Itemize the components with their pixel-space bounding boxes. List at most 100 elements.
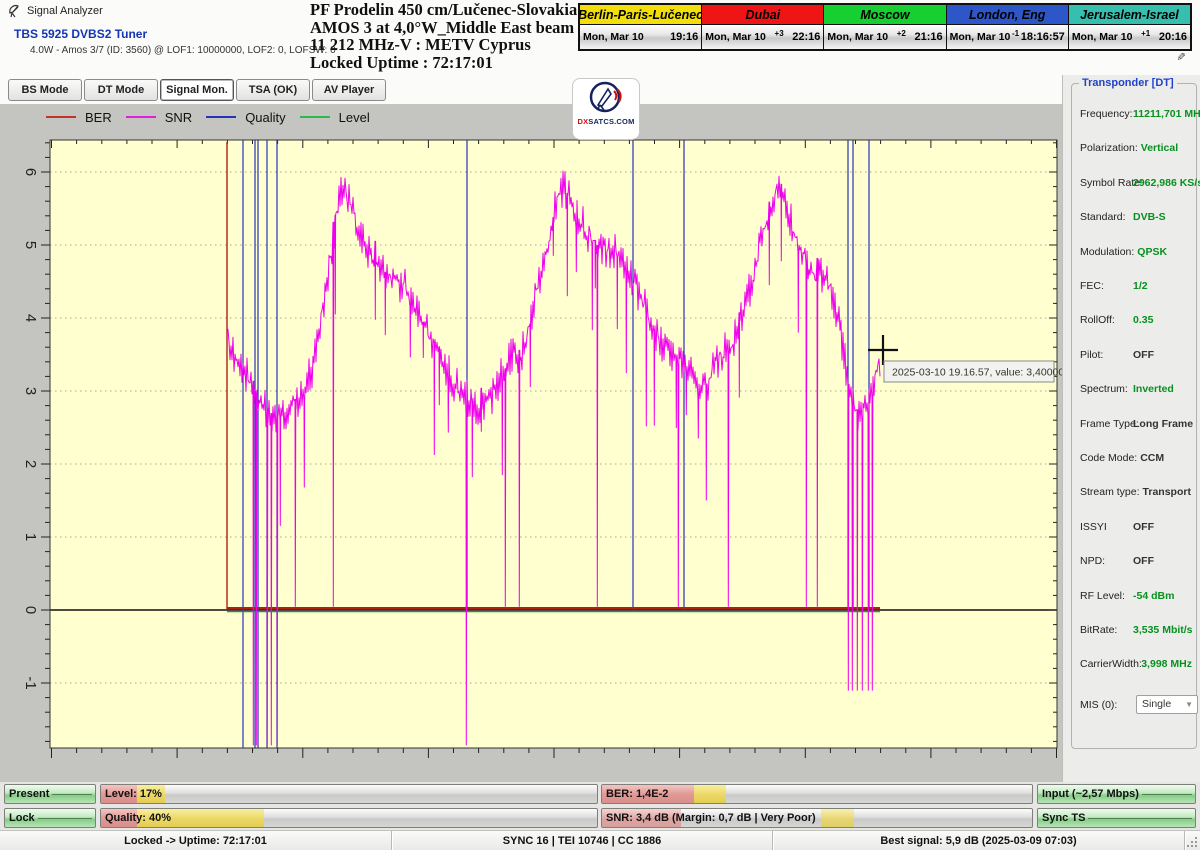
legend-label: Quality bbox=[245, 110, 285, 125]
legend-swatch bbox=[206, 116, 236, 118]
svg-text:3: 3 bbox=[22, 387, 39, 395]
transponder-row-spectrum-: Spectrum:Inverted bbox=[1080, 381, 1192, 397]
meter-label: Lock bbox=[9, 809, 92, 827]
clock-utc-offset: -1 bbox=[1010, 29, 1020, 38]
resize-grip[interactable] bbox=[1195, 845, 1197, 847]
clock-berlin-paris-lu-enec: Berlin-Paris-LučenecMon, Mar 1019:16 bbox=[580, 5, 702, 49]
clock-hhmm: 21:16 bbox=[914, 31, 942, 43]
clock-city: London, Eng bbox=[947, 5, 1068, 25]
meter-text: BER: 1,4E-2 bbox=[606, 788, 668, 800]
legend-label: BER bbox=[85, 110, 112, 125]
statusbar-segment: Best signal: 5,9 dB (2025-03-09 07:03) bbox=[773, 831, 1185, 850]
transponder-row-carrierwidth-: CarrierWidth:3,998 MHz bbox=[1080, 656, 1192, 672]
chart-area: BERSNRQualityLevel DXSATCS.COM 6543210-1… bbox=[0, 104, 1062, 782]
annotation-block: PF Prodelin 450 cm/Lučenec-Slovakia AMOS… bbox=[310, 1, 577, 71]
param-value: OFF bbox=[1133, 555, 1154, 567]
transponder-row-npd-: NPD:OFF bbox=[1080, 553, 1192, 569]
meter-midline bbox=[1142, 794, 1192, 795]
signal-chart-plot[interactable]: 6543210-12025-03-10 19.16.57, value: 3,4… bbox=[0, 130, 1062, 782]
svg-text:-1: -1 bbox=[22, 676, 39, 689]
param-label: Standard: bbox=[1080, 211, 1130, 223]
statusbar-segment: Locked -> Uptime: 72:17:01 bbox=[0, 831, 392, 850]
meter-text: Input (~2,57 Mbps) bbox=[1042, 788, 1139, 800]
transponder-row-code-mode-: Code Mode:CCM bbox=[1080, 450, 1192, 466]
param-value: Transport bbox=[1143, 486, 1191, 498]
transponder-row-pilot-: Pilot:OFF bbox=[1080, 347, 1192, 363]
value-tooltip: 2025-03-10 19.16.57, value: 3,4000000953… bbox=[884, 361, 1062, 382]
param-label: ISSYI bbox=[1080, 521, 1130, 533]
signal-analyzer-window: Signal Analyzer TBS 5925 DVBS2 Tuner 4.0… bbox=[0, 0, 1200, 850]
meter-label: Quality: 40% bbox=[105, 809, 594, 827]
legend-item-quality: Quality bbox=[206, 110, 285, 125]
legend-swatch bbox=[46, 116, 76, 118]
mode-button-bs-mode[interactable]: BS Mode bbox=[8, 79, 82, 101]
clock-city: Moscow bbox=[824, 5, 945, 25]
transponder-row-mis: MIS (0):Single▼ bbox=[1080, 697, 1192, 713]
signal-meters: PresentLevel: 17%BER: 1,4E-2Input (~2,57… bbox=[0, 782, 1200, 830]
param-label: Frequency: bbox=[1080, 108, 1130, 120]
clock-city: Dubai bbox=[702, 5, 823, 25]
clock-time: Mon, Mar 10-118:16:57 bbox=[947, 25, 1068, 49]
mis-dropdown[interactable]: Single▼ bbox=[1136, 695, 1198, 714]
clock-time: Mon, Mar 10+221:16 bbox=[824, 25, 945, 49]
meter-input-2-57-mbps-: Input (~2,57 Mbps) bbox=[1037, 784, 1196, 804]
clock-utc-offset: +1 bbox=[1133, 29, 1159, 38]
chart-legend: BERSNRQualityLevel bbox=[46, 108, 370, 126]
transponder-groupbox: Transponder [DT] Frequency:11211,701 MHz… bbox=[1071, 83, 1197, 749]
clock-city: Berlin-Paris-Lučenec bbox=[580, 5, 701, 25]
meter-midline bbox=[52, 794, 92, 795]
param-label: RollOff: bbox=[1080, 314, 1130, 326]
satellite-dish-icon bbox=[8, 4, 22, 18]
mode-button-tsa-ok-[interactable]: TSA (OK) bbox=[236, 79, 310, 101]
meter-label: Input (~2,57 Mbps) bbox=[1042, 785, 1192, 803]
meter-sync-ts: Sync TS bbox=[1037, 808, 1196, 828]
transponder-row-rf-level-: RF Level:-54 dBm bbox=[1080, 588, 1192, 604]
param-label: Code Mode: bbox=[1080, 452, 1137, 464]
param-label: Frame Type: bbox=[1080, 418, 1130, 430]
meter-quality: Quality: 40% bbox=[100, 808, 598, 828]
svg-text:2: 2 bbox=[22, 460, 39, 468]
tuner-details: 4.0W - Amos 3/7 (ID: 3560) @ LOF1: 10000… bbox=[30, 45, 336, 56]
svg-text:4: 4 bbox=[22, 314, 39, 322]
annotation-line: AMOS 3 at 4,0°W_Middle East beam bbox=[310, 19, 577, 37]
transponder-row-bitrate-: BitRate:3,535 Mbit/s bbox=[1080, 622, 1192, 638]
param-label: RF Level: bbox=[1080, 590, 1130, 602]
svg-text:1: 1 bbox=[22, 533, 39, 541]
param-value: 0.35 bbox=[1133, 314, 1153, 326]
clock-date: Mon, Mar 10 bbox=[705, 31, 766, 43]
meter-present: Present bbox=[4, 784, 96, 804]
clock-hhmm: 19:16 bbox=[670, 31, 698, 43]
param-label: BitRate: bbox=[1080, 624, 1130, 636]
clock-hhmm: 22:16 bbox=[792, 31, 820, 43]
meter-label: Sync TS bbox=[1042, 809, 1192, 827]
mode-button-signal-mon-[interactable]: Signal Mon. bbox=[160, 79, 234, 101]
meter-lock: Lock bbox=[4, 808, 96, 828]
transponder-title: Transponder [DT] bbox=[1079, 77, 1177, 89]
meter-label: Present bbox=[9, 785, 92, 803]
meter-midline bbox=[38, 818, 92, 819]
svg-text:2025-03-10 19.16.57, value: 3,: 2025-03-10 19.16.57, value: 3,4000000953… bbox=[892, 367, 1062, 379]
clock-date: Mon, Mar 10 bbox=[1072, 31, 1133, 43]
transponder-row-modulation-: Modulation:QPSK bbox=[1080, 244, 1192, 260]
param-label: Symbol Rate: bbox=[1080, 177, 1130, 189]
svg-text:5: 5 bbox=[22, 241, 39, 249]
param-label: Polarization: bbox=[1080, 142, 1138, 154]
clock-hhmm: 20:16 bbox=[1159, 31, 1187, 43]
param-value: 1/2 bbox=[1133, 280, 1148, 292]
legend-swatch bbox=[300, 116, 330, 118]
legend-item-ber: BER bbox=[46, 110, 112, 125]
mode-button-dt-mode[interactable]: DT Mode bbox=[84, 79, 158, 101]
legend-item-snr: SNR bbox=[126, 110, 192, 125]
annotation-line: Locked Uptime : 72:17:01 bbox=[310, 54, 577, 72]
clock-moscow: MoscowMon, Mar 10+221:16 bbox=[824, 5, 946, 49]
mode-button-av-player[interactable]: AV Player bbox=[312, 79, 386, 101]
annotation-line: 11 212 MHz-V : METV Cyprus bbox=[310, 36, 577, 54]
param-value: OFF bbox=[1133, 521, 1154, 533]
param-label: Stream type: bbox=[1080, 486, 1140, 498]
pen-icon: ✎ bbox=[1174, 52, 1187, 61]
y-axis-labels: 6543210-1 bbox=[22, 168, 39, 690]
logo-dish-icon bbox=[586, 79, 626, 117]
clock-city: Jerusalem-Israel bbox=[1069, 5, 1190, 25]
statusbar-segment: SYNC 16 | TEI 10746 | CC 1886 bbox=[392, 831, 773, 850]
meter-text: Present bbox=[9, 788, 49, 800]
